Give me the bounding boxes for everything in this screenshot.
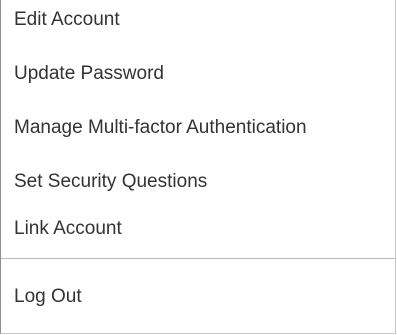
menu-item-log-out[interactable]: Log Out [14, 286, 82, 308]
menu-item-manage-mfa[interactable]: Manage Multi-factor Authentication [14, 117, 307, 139]
menu-item-edit-account[interactable]: Edit Account [14, 9, 120, 31]
account-dropdown-menu: Edit Account Update Password Manage Mult… [0, 0, 396, 334]
menu-item-security-questions[interactable]: Set Security Questions [14, 171, 207, 193]
menu-divider [1, 258, 395, 259]
menu-item-link-account[interactable]: Link Account [14, 218, 122, 240]
menu-item-update-password[interactable]: Update Password [14, 63, 164, 85]
